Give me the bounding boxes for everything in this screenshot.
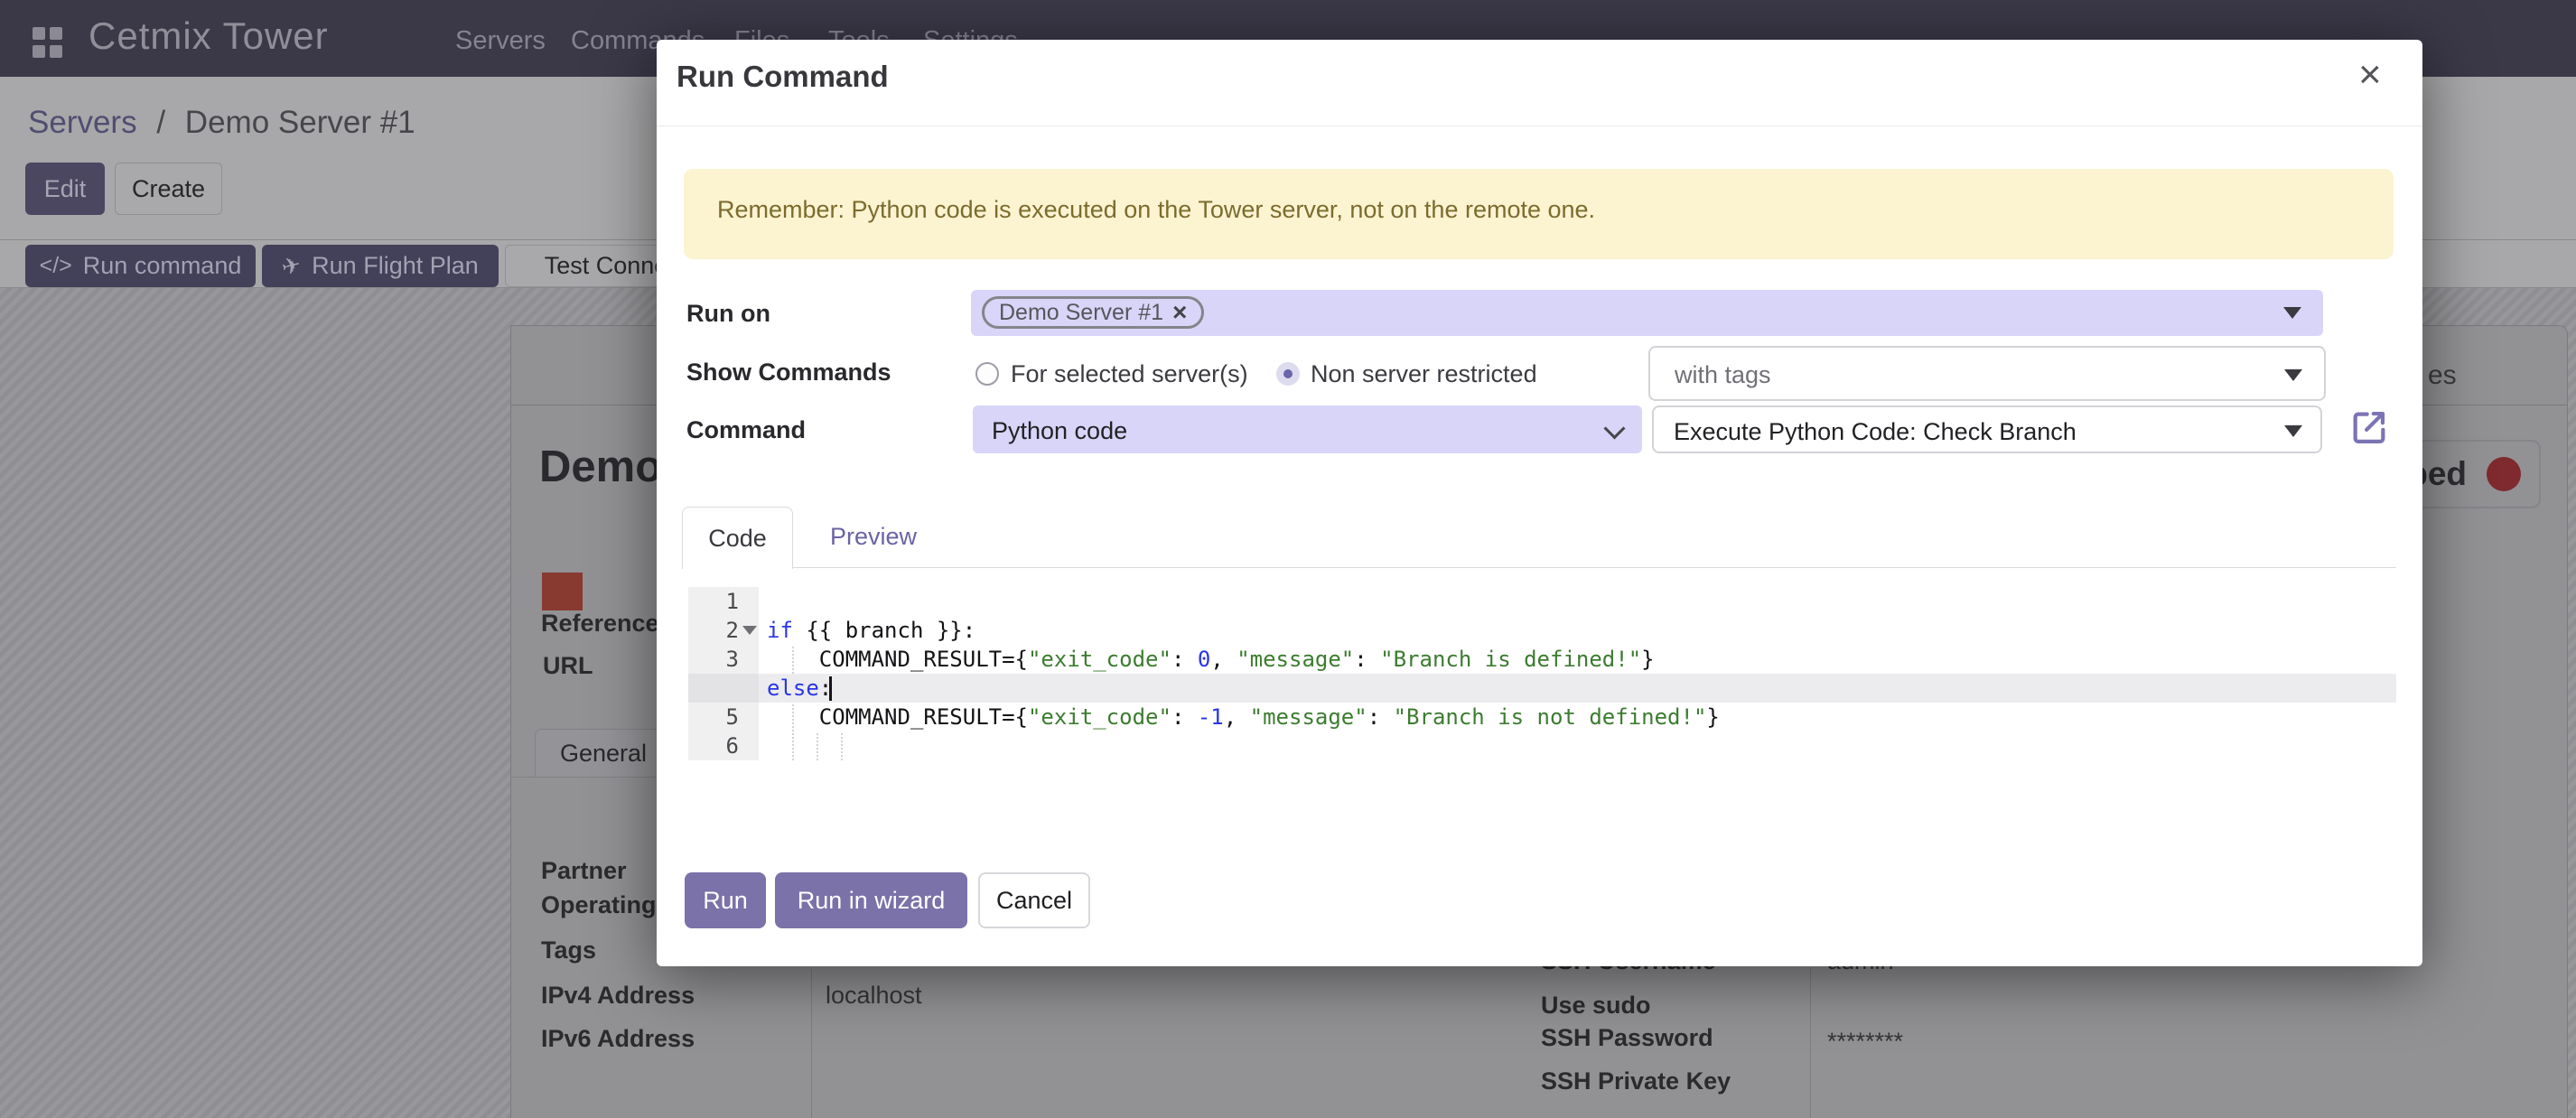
run-flight-plan-button[interactable]: ✈ Run Flight Plan (262, 245, 499, 287)
line-number: 6 (694, 731, 739, 760)
edit-button[interactable]: Edit (25, 163, 105, 215)
divider (682, 567, 2396, 568)
radio-non-server-restricted[interactable] (1276, 362, 1300, 386)
notice-text: Remember: Python code is executed on the… (717, 196, 1595, 224)
indent-guide (792, 704, 794, 760)
chevron-down-icon (2284, 369, 2302, 381)
text-cursor (829, 676, 832, 701)
indent-guide (817, 733, 818, 760)
field-label-ssh-password: SSH Password (1541, 1024, 1713, 1052)
with-tags-placeholder: with tags (1675, 361, 1771, 389)
field-value-ssh-password: ******** (1827, 1028, 1903, 1056)
breadcrumb-servers-link[interactable]: Servers (28, 105, 137, 140)
field-value-ipv4: localhost (826, 982, 922, 1010)
active-line-highlight (759, 674, 2396, 703)
field-label-ipv4: IPv4 Address (541, 982, 695, 1010)
divider (1810, 967, 1811, 1118)
breadcrumb: Servers / Demo Server #1 (28, 105, 426, 141)
server-avatar (542, 573, 583, 610)
field-label-tags: Tags (541, 936, 596, 964)
command-type-value: Python code (992, 417, 1127, 445)
field-label-reference: Reference (541, 610, 659, 638)
chevron-down-icon (2284, 425, 2302, 437)
status-stopped-dot (2487, 457, 2521, 491)
server-tag: Demo Server #1 × (982, 296, 1204, 329)
tab-code[interactable]: Code (682, 507, 793, 569)
active-line-gutter-highlight (688, 674, 759, 703)
paper-plane-icon: ✈ (279, 250, 304, 281)
field-label-url: URL (543, 652, 593, 680)
tab-general[interactable]: General (535, 729, 672, 778)
with-tags-select[interactable]: with tags (1648, 346, 2326, 401)
show-commands-label: Show Commands (686, 359, 891, 387)
server-tag-label: Demo Server #1 (999, 300, 1163, 326)
line-number: 2 (694, 616, 739, 645)
code-line-2[interactable]: if {{ branch }}: (767, 616, 975, 645)
close-icon[interactable]: × (2358, 52, 2382, 98)
code-icon: </> (40, 253, 72, 279)
notice-banner: Remember: Python code is executed on the… (684, 169, 2394, 259)
external-link-icon[interactable] (2348, 406, 2390, 448)
run-command-modal: Run Command × Remember: Python code is e… (657, 40, 2422, 966)
brand-title: Cetmix Tower (89, 14, 329, 58)
tab-preview[interactable]: Preview (792, 507, 955, 567)
code-line-5[interactable]: COMMAND_RESULT={"exit_code": -1, "messag… (767, 703, 1720, 731)
line-number: 5 (694, 703, 739, 731)
tag-remove-icon[interactable]: × (1172, 298, 1187, 327)
create-button[interactable]: Create (115, 163, 222, 215)
line-number: 3 (694, 645, 739, 674)
field-label-ipv6: IPv6 Address (541, 1025, 695, 1053)
code-line-3[interactable]: COMMAND_RESULT={"exit_code": 0, "message… (767, 645, 1655, 674)
modal-title: Run Command (677, 60, 889, 94)
cancel-button[interactable]: Cancel (978, 872, 1090, 928)
command-label: Command (686, 416, 806, 444)
field-label-use-sudo: Use sudo (1541, 992, 1651, 1020)
run-on-field[interactable]: Demo Server #1 × (971, 290, 2323, 336)
radio-for-selected-servers[interactable] (975, 362, 999, 386)
radio-non-server-restricted-label[interactable]: Non server restricted (1311, 360, 1537, 388)
chevron-down-icon (1603, 417, 1625, 439)
chevron-down-icon[interactable] (2283, 307, 2301, 319)
app-root: Cetmix Tower Servers Commands Files Tool… (0, 0, 2576, 1118)
apps-grid-icon[interactable] (33, 27, 63, 58)
run-button[interactable]: Run (685, 872, 766, 928)
run-on-label: Run on (686, 300, 770, 328)
breadcrumb-current: Demo Server #1 (185, 105, 415, 140)
line-number: 1 (694, 587, 739, 616)
command-value: Execute Python Code: Check Branch (1674, 418, 2077, 446)
command-type-select[interactable]: Python code (973, 405, 1642, 453)
indent-guide (792, 647, 794, 674)
smart-button-label-tail[interactable]: es (2428, 360, 2457, 391)
field-label-ssh-private-key: SSH Private Key (1541, 1067, 1731, 1095)
nav-item-servers[interactable]: Servers (455, 26, 546, 56)
command-select[interactable]: Execute Python Code: Check Branch (1652, 405, 2322, 453)
fold-arrow-icon[interactable] (742, 626, 757, 635)
breadcrumb-separator: / (156, 105, 165, 140)
indent-guide (841, 733, 843, 760)
run-command-button[interactable]: </> Run command (25, 245, 256, 287)
radio-for-selected-servers-label[interactable]: For selected server(s) (1011, 360, 1248, 388)
run-in-wizard-button[interactable]: Run in wizard (775, 872, 967, 928)
divider (811, 969, 812, 1118)
code-line-4[interactable]: else: (767, 674, 832, 703)
field-label-partner: Partner (541, 857, 627, 885)
